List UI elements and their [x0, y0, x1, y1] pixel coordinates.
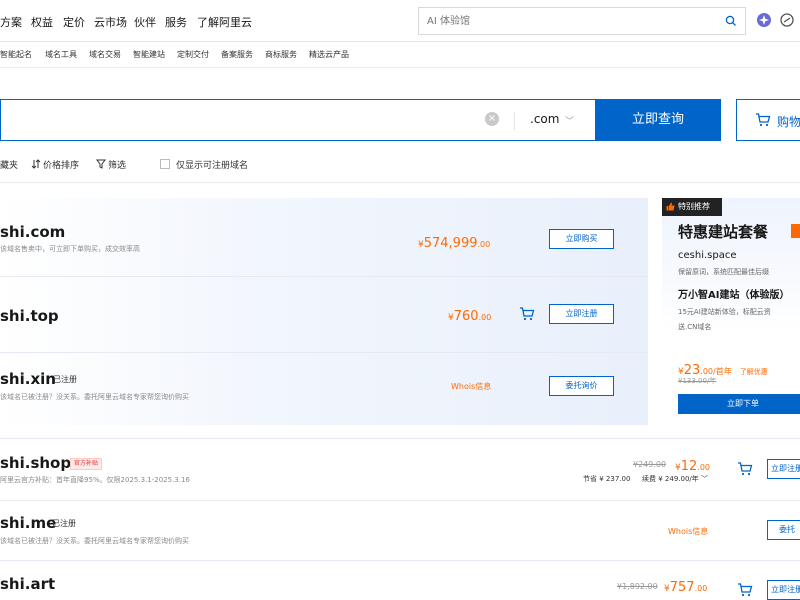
only-available-label: 仅显示可注册域名 — [176, 161, 249, 171]
nav-pricing[interactable]: 定价 — [63, 14, 85, 30]
promo-description: 保留原词，系统匹配最佳后缀 — [678, 268, 769, 276]
filter-icon — [96, 159, 106, 169]
promo-badge: 特别推荐 — [662, 198, 722, 216]
sub-nav: 智能起名 域名工具 域名交易 智能建站 定制交付 备案服务 商标服务 精选云产品 — [0, 42, 800, 68]
promo-description: 15元AI建站新体验，标配云资 — [678, 308, 771, 316]
nav-partners[interactable]: 伙伴 — [134, 14, 156, 30]
price-sort[interactable]: 价格排序 — [43, 158, 79, 171]
subnav-featured-products[interactable]: 精选云产品 — [309, 49, 349, 60]
nav-marketplace[interactable]: 云市场 — [94, 14, 127, 30]
price: ¥574,999.00 — [418, 236, 491, 251]
filter-button[interactable]: 筛选 — [108, 158, 126, 171]
register-button[interactable]: 立即注册 — [767, 580, 800, 600]
broker-inquiry-button[interactable]: 委托 — [767, 520, 800, 540]
search-icon[interactable] — [725, 15, 737, 27]
result-row: shi.art ¥1,892.00 ¥757.00 立即注册 — [0, 560, 800, 600]
console-icon[interactable] — [779, 12, 795, 28]
register-button[interactable]: 立即注册 — [549, 304, 614, 324]
subnav-domain-trading[interactable]: 域名交易 — [89, 49, 121, 60]
price: ¥760.00 — [448, 309, 492, 324]
renewal-info[interactable]: 续费 ¥ 249.00/年 ﹀ — [642, 474, 708, 484]
filter-bar: 藏夹 价格排序 筛选 仅显示可注册域名 — [0, 154, 800, 174]
domain-search-bar[interactable]: × .com ﹀ — [0, 99, 595, 141]
top-nav: 方案 权益 定价 云市场 伙伴 服务 了解阿里云 — [0, 0, 800, 42]
subnav-icp-filing[interactable]: 备案服务 — [221, 49, 253, 60]
result-row: shi.me 已注册 该域名已被注册？没关系。委托阿里云域名专家帮您询价购买 W… — [0, 500, 800, 560]
subnav-smart-naming[interactable]: 智能起名 — [0, 49, 32, 60]
original-price: ¥249.00 — [633, 460, 667, 469]
promo-card: 特别推荐 特惠建站套餐 ceshi.space 保留原词，系统匹配最佳后缀 万小… — [662, 198, 800, 425]
divider — [0, 182, 800, 183]
status-badge: 已注册 — [52, 519, 76, 528]
whois-link[interactable]: Whois信息 — [668, 526, 708, 537]
divider — [514, 112, 515, 130]
broker-inquiry-button[interactable]: 委托询价 — [549, 376, 614, 396]
row-divider — [0, 276, 648, 277]
status-badge: 已注册 — [53, 375, 77, 384]
register-button[interactable]: 立即注册 — [767, 459, 800, 479]
only-available-checkbox[interactable] — [160, 159, 170, 169]
domain-note: 阿里云官方补贴：首年直降95%。仅限2025.3.1-2025.3.16 — [0, 476, 190, 484]
domain-name[interactable]: shi.art — [0, 575, 55, 593]
chevron-down-icon[interactable]: ﹀ — [565, 114, 574, 127]
domain-name[interactable]: shi.me — [0, 514, 56, 532]
promo-corner-tag — [791, 224, 800, 238]
add-to-cart-icon[interactable] — [737, 583, 753, 597]
cart-button[interactable]: 购物 — [736, 99, 800, 141]
price: ¥757.00 — [664, 580, 708, 595]
row-divider — [0, 352, 648, 353]
result-row: shi.shop 官方补贴 阿里云官方补贴：首年直降95%。仅限2025.3.1… — [0, 438, 800, 500]
promo-old-price: ¥133.00/年 — [678, 377, 717, 385]
nav-benefits[interactable]: 权益 — [31, 14, 53, 30]
domain-name[interactable]: shi.top — [0, 307, 59, 325]
nav-about[interactable]: 了解阿里云 — [197, 14, 252, 30]
original-price: ¥1,892.00 — [617, 582, 658, 591]
subnav-domain-tools[interactable]: 域名工具 — [45, 49, 77, 60]
cart-icon — [756, 113, 771, 127]
domain-name[interactable]: shi.shop — [0, 454, 71, 472]
thumbs-up-icon — [666, 202, 675, 211]
add-to-cart-icon[interactable] — [519, 307, 535, 321]
tld-select[interactable]: .com — [530, 112, 559, 126]
promo-description: 送.CN域名 — [678, 323, 712, 331]
subnav-smart-site[interactable]: 智能建站 — [133, 49, 165, 60]
whois-link[interactable]: Whois信息 — [451, 381, 491, 392]
ai-assistant-icon[interactable] — [756, 12, 772, 28]
subnav-custom-delivery[interactable]: 定制交付 — [177, 49, 209, 60]
subnav-trademark[interactable]: 商标服务 — [265, 49, 297, 60]
favorites-filter[interactable]: 藏夹 — [0, 158, 18, 171]
site-search[interactable] — [418, 7, 746, 35]
savings-info: 节省 ¥ 237.00 — [583, 475, 631, 483]
subsidy-badge: 官方补贴 — [70, 458, 103, 470]
promo-subtitle: 万小智AI建站（体验版） — [678, 290, 790, 301]
sort-icon — [31, 159, 41, 169]
domain-note: 该域名售卖中，可立即下单购买，成交效率高 — [0, 245, 140, 253]
featured-results: shi.com 该域名售卖中，可立即下单购买，成交效率高 ¥574,999.00… — [0, 198, 648, 425]
domain-note: 该域名已被注册？没关系。委托阿里云域名专家帮您询价购买 — [0, 393, 189, 401]
promo-title: 特惠建站套餐 — [678, 223, 769, 241]
add-to-cart-icon[interactable] — [737, 462, 753, 476]
domain-name[interactable]: shi.xin — [0, 370, 56, 388]
cart-label: 购物 — [777, 115, 800, 129]
nav-solutions[interactable]: 方案 — [0, 14, 22, 30]
query-button[interactable]: 立即查询 — [595, 99, 721, 141]
nav-services[interactable]: 服务 — [165, 14, 187, 30]
promo-domain: ceshi.space — [678, 250, 737, 261]
price: ¥12.00 — [675, 459, 711, 474]
clear-icon[interactable]: × — [485, 112, 499, 126]
learn-more-link[interactable]: 了解优惠 — [740, 368, 768, 376]
domain-note: 该域名已被注册？没关系。委托阿里云域名专家帮您询价购买 — [0, 537, 189, 545]
buy-now-button[interactable]: 立即购买 — [549, 229, 614, 249]
site-search-input[interactable] — [427, 13, 717, 29]
domain-name[interactable]: shi.com — [0, 223, 65, 241]
order-now-button[interactable]: 立即下单 — [678, 394, 800, 414]
